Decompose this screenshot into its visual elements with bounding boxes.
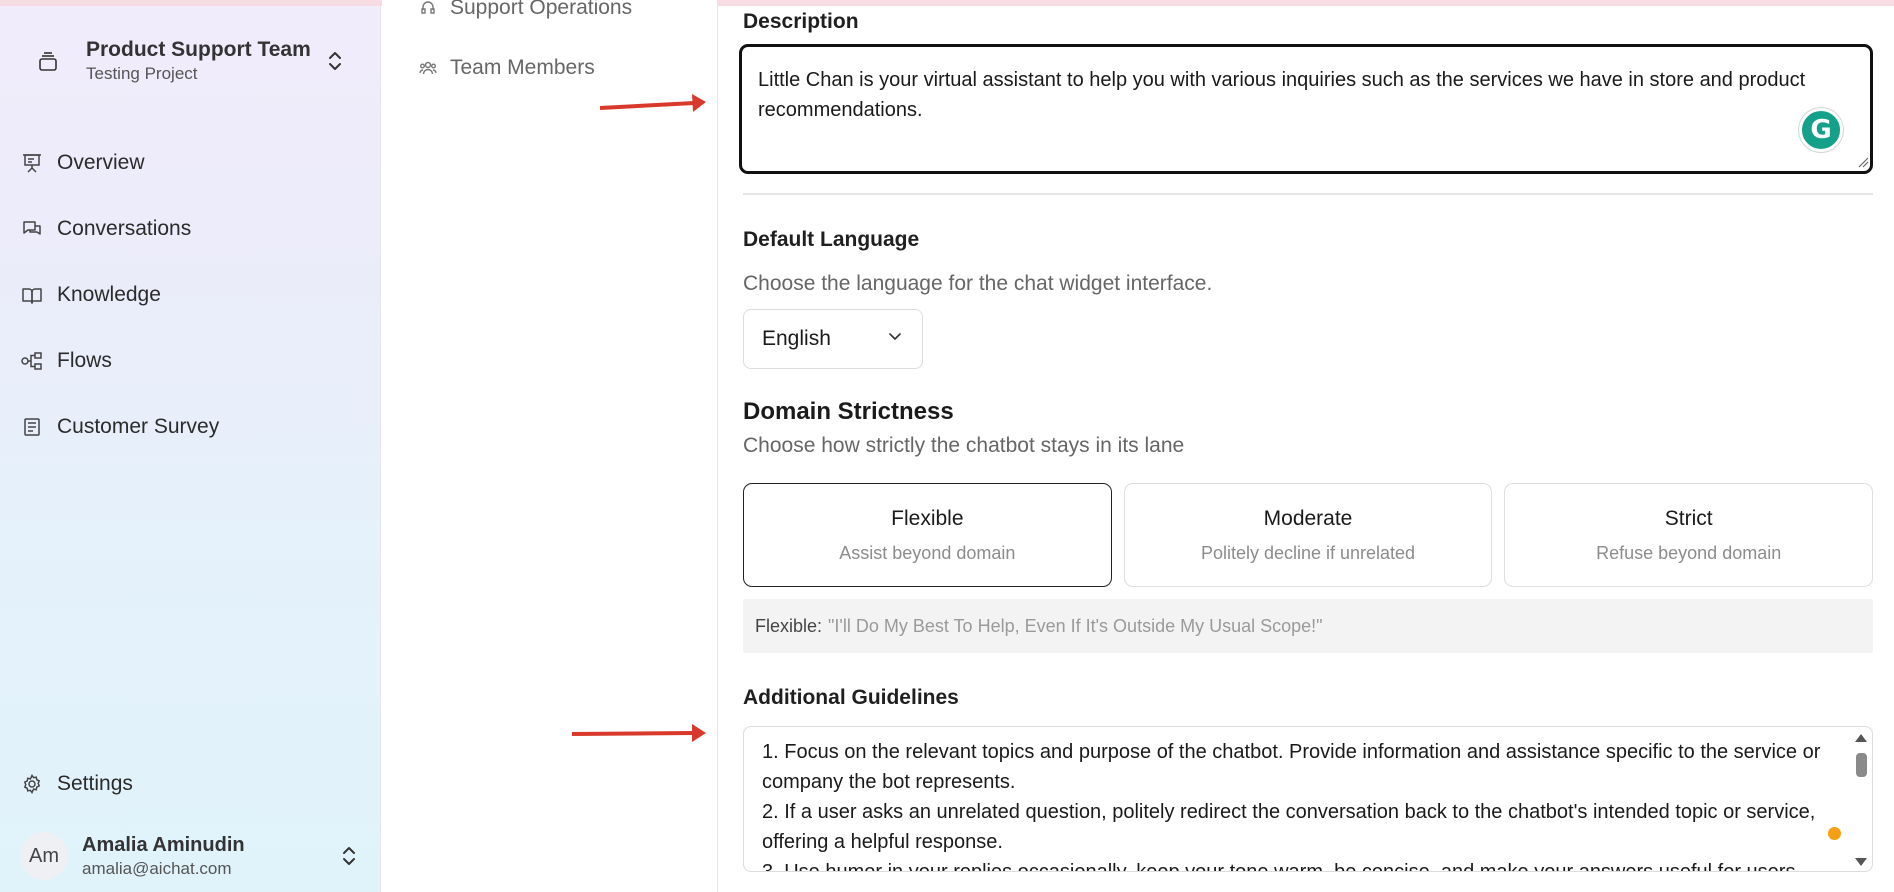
scrollbar-thumb[interactable] bbox=[1856, 753, 1867, 777]
status-dot-icon bbox=[1828, 827, 1841, 840]
user-names: Amalia Aminudin amalia@aichat.com bbox=[82, 832, 338, 880]
strictness-options: Flexible Assist beyond domain Moderate P… bbox=[743, 483, 1874, 587]
sidebar-item-conversations[interactable]: Conversations bbox=[20, 196, 360, 262]
sidebar-item-label: Overview bbox=[57, 151, 145, 174]
domain-strictness-hint: Choose how strictly the chatbot stays in… bbox=[743, 434, 1185, 457]
bot-settings-form: Description Little Chan is your virtual … bbox=[719, 0, 1894, 892]
flow-nodes-icon bbox=[20, 349, 44, 373]
strictness-note-value: "I'll Do My Best To Help, Even If It's O… bbox=[828, 615, 1323, 636]
sidebar-item-knowledge[interactable]: Knowledge bbox=[20, 262, 360, 328]
default-language-label: Default Language bbox=[743, 228, 920, 251]
domain-strictness-title: Domain Strictness bbox=[743, 398, 954, 425]
divider bbox=[743, 193, 1873, 195]
user-menu[interactable]: Am Amalia Aminudin amalia@aichat.com bbox=[20, 826, 360, 886]
sidebar-item-customer-survey[interactable]: Customer Survey bbox=[20, 394, 360, 460]
subnav-item-team-members[interactable]: Team Members bbox=[418, 54, 595, 82]
annotation-arrow bbox=[599, 94, 706, 112]
description-label: Description bbox=[743, 10, 859, 33]
users-icon bbox=[418, 58, 438, 78]
language-select[interactable]: English bbox=[743, 309, 923, 369]
presentation-icon bbox=[20, 151, 44, 175]
chevrons-up-down-icon[interactable] bbox=[324, 47, 346, 75]
resize-handle-icon[interactable] bbox=[1857, 156, 1869, 168]
grammarly-icon[interactable]: G bbox=[1799, 108, 1843, 152]
sidebar-nav: Overview Conversations Knowledge Flows C… bbox=[20, 130, 360, 460]
project-name: Testing Project bbox=[86, 64, 198, 83]
sidebar: Product Support Team Testing Project Ove… bbox=[0, 6, 381, 892]
settings-subnav: Support Operations Team Members bbox=[382, 0, 718, 892]
option-title: Flexible bbox=[891, 506, 964, 530]
option-title: Moderate bbox=[1263, 506, 1353, 530]
sidebar-item-settings[interactable]: Settings bbox=[20, 766, 133, 802]
sidebar-item-label: Knowledge bbox=[57, 283, 161, 306]
scrollbar[interactable] bbox=[1852, 731, 1870, 869]
strictness-option-flexible[interactable]: Flexible Assist beyond domain bbox=[743, 483, 1112, 587]
user-email: amalia@aichat.com bbox=[82, 859, 232, 878]
annotation-arrow bbox=[571, 724, 706, 742]
default-language-hint: Choose the language for the chat widget … bbox=[743, 272, 1213, 295]
team-names: Product Support Team Testing Project bbox=[86, 37, 324, 85]
sidebar-item-label: Conversations bbox=[57, 217, 192, 240]
subnav-item-label: Support Operations bbox=[450, 0, 633, 19]
strictness-note-key: Flexible: bbox=[755, 615, 823, 636]
description-textarea[interactable]: Little Chan is your virtual assistant to… bbox=[739, 44, 1873, 174]
sidebar-item-label: Flows bbox=[57, 349, 112, 372]
additional-guidelines-label: Additional Guidelines bbox=[743, 686, 959, 709]
option-description: Politely decline if unrelated bbox=[1200, 542, 1416, 563]
scroll-up-icon[interactable] bbox=[1854, 733, 1868, 743]
survey-icon bbox=[20, 415, 44, 439]
sidebar-item-overview[interactable]: Overview bbox=[20, 130, 360, 196]
chat-bubbles-icon bbox=[20, 217, 44, 241]
stack-icon bbox=[36, 49, 60, 73]
language-select-value: English bbox=[762, 327, 831, 350]
scroll-down-icon[interactable] bbox=[1854, 857, 1868, 867]
subnav-item-label: Team Members bbox=[450, 56, 595, 79]
option-title: Strict bbox=[1664, 506, 1713, 530]
sidebar-item-label: Customer Survey bbox=[57, 415, 220, 438]
option-description: Refuse beyond domain bbox=[1596, 542, 1782, 563]
chevrons-up-down-icon[interactable] bbox=[338, 842, 360, 870]
option-description: Assist beyond domain bbox=[839, 542, 1016, 563]
guideline-line: 3. Use humor in your replies occasionall… bbox=[762, 861, 1802, 872]
support-icon bbox=[418, 0, 438, 18]
strictness-note: Flexible: "I'll Do My Best To Help, Even… bbox=[743, 599, 1873, 653]
avatar: Am bbox=[20, 832, 68, 880]
settings-label: Settings bbox=[57, 772, 133, 795]
guideline-line: 1. Focus on the relevant topics and purp… bbox=[762, 741, 1821, 793]
team-name: Product Support Team bbox=[86, 38, 311, 61]
chevron-down-icon bbox=[886, 327, 904, 351]
strictness-option-moderate[interactable]: Moderate Politely decline if unrelated bbox=[1123, 483, 1493, 587]
gear-icon bbox=[20, 772, 44, 796]
sidebar-item-flows[interactable]: Flows bbox=[20, 328, 360, 394]
app-root: Product Support Team Testing Project Ove… bbox=[0, 0, 1894, 892]
book-icon bbox=[20, 283, 44, 307]
user-name: Amalia Aminudin bbox=[82, 834, 245, 856]
guidelines-text: 1. Focus on the relevant topics and purp… bbox=[762, 737, 1832, 872]
additional-guidelines-textarea[interactable]: 1. Focus on the relevant topics and purp… bbox=[743, 726, 1873, 872]
guideline-line: 2. If a user asks an unrelated question,… bbox=[762, 801, 1816, 853]
subnav-item-support-operations[interactable]: Support Operations bbox=[418, 0, 632, 22]
strictness-option-strict[interactable]: Strict Refuse beyond domain bbox=[1504, 483, 1874, 587]
team-switcher[interactable]: Product Support Team Testing Project bbox=[36, 32, 346, 90]
